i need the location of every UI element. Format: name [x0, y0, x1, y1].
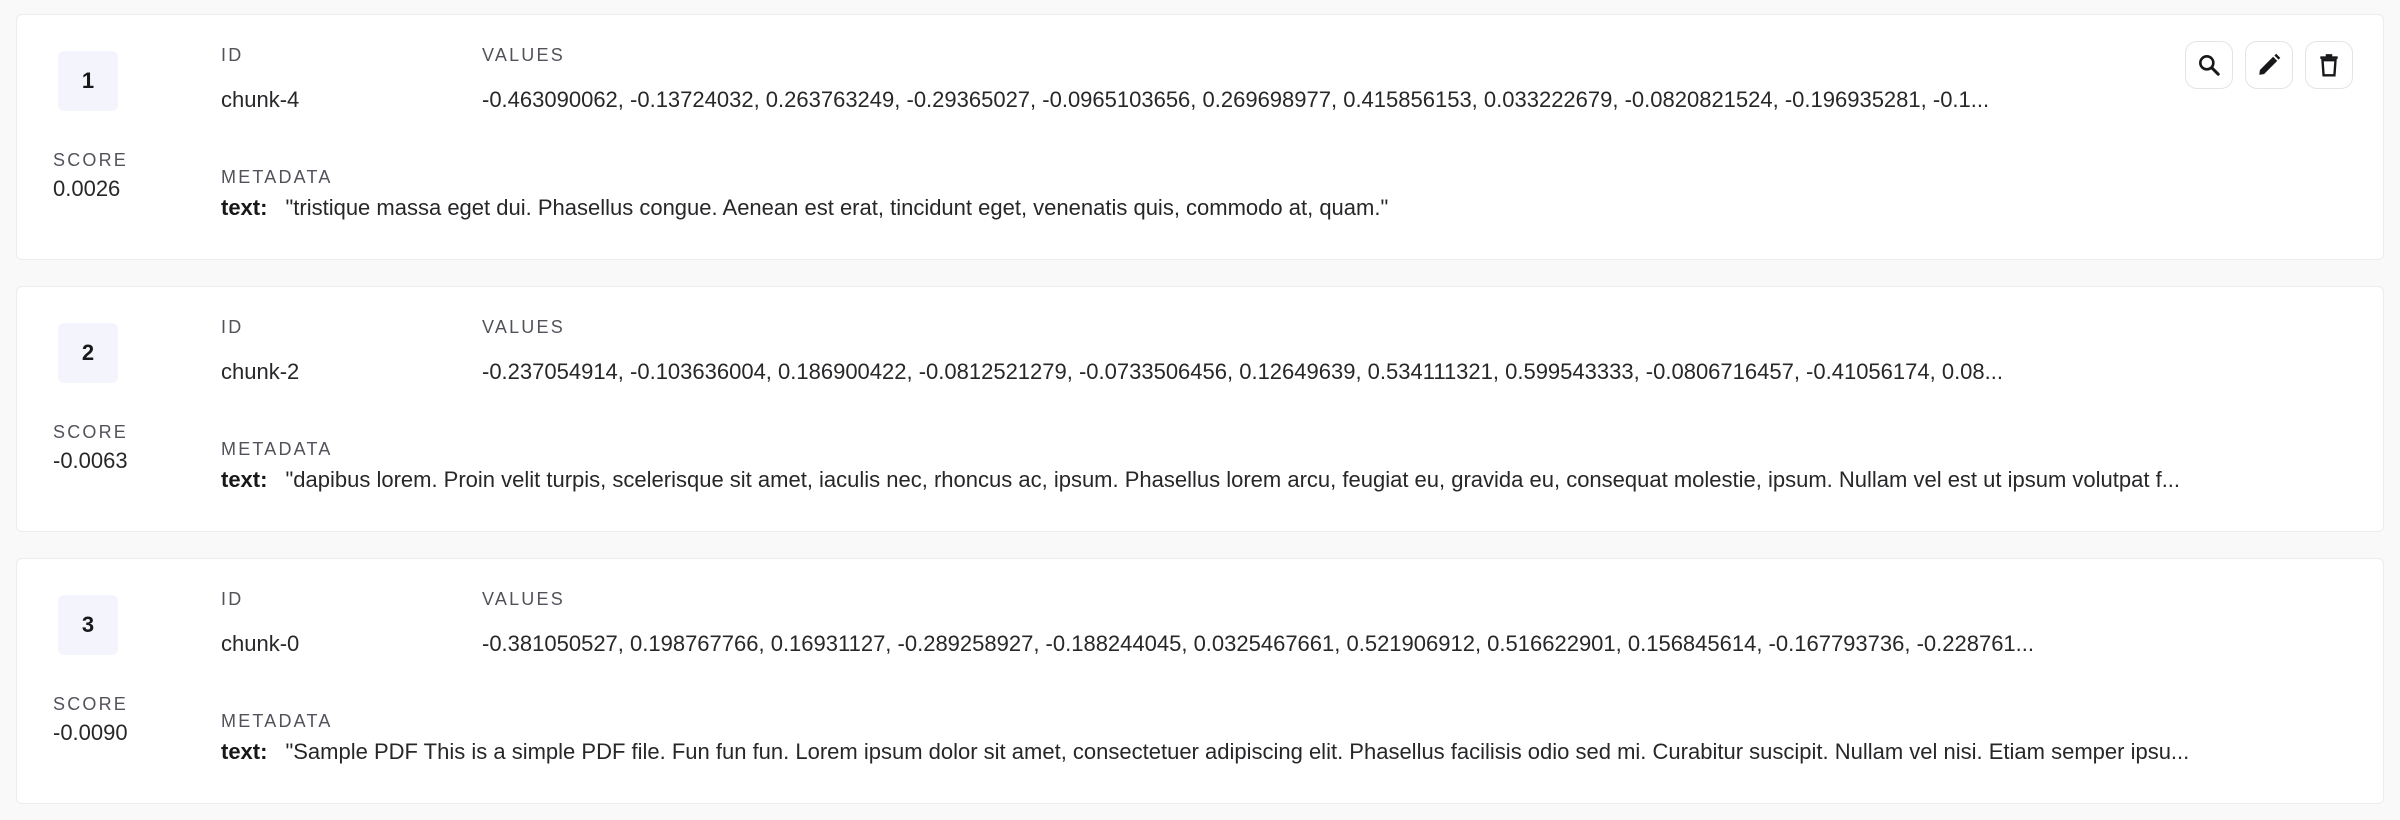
metadata-row: text: "dapibus lorem. Proin velit turpis,… [221, 467, 2271, 493]
id-label: ID [221, 45, 244, 65]
metadata-value: "Sample PDF This is a simple PDF file. F… [285, 739, 2190, 764]
score-label: SCORE [53, 150, 129, 170]
result-card: 2 SCORE -0.0063 ID chunk-2 VALUES -0.237… [16, 286, 2384, 532]
metadata-row: text: "tristique massa eget dui. Phasellu… [221, 195, 2271, 221]
metadata-label: METADATA [221, 711, 333, 731]
search-icon [2199, 55, 2220, 76]
score-value: -0.0063 [53, 448, 128, 473]
record-actions [2185, 41, 2353, 89]
vector-values: -0.381050527, 0.198767766, 0.16931127, -… [482, 631, 2034, 656]
trash-icon [2320, 54, 2338, 77]
metadata-key: text: [221, 195, 268, 220]
rank-badge: 2 [58, 323, 118, 383]
id-value: chunk-4 [221, 87, 300, 112]
score-label: SCORE [53, 422, 129, 442]
rank-badge: 3 [58, 595, 118, 655]
values-label: VALUES [482, 589, 565, 609]
query-similar-button[interactable] [2185, 41, 2233, 89]
values-label: VALUES [482, 45, 565, 65]
metadata-label: METADATA [221, 439, 333, 459]
result-card: 1 SCORE 0.0026 ID chunk-4 VALUES -0.4630… [16, 14, 2384, 260]
score-label: SCORE [53, 694, 129, 714]
metadata-key: text: [221, 739, 268, 764]
metadata-key: text: [221, 467, 268, 492]
metadata-row: text: "Sample PDF This is a simple PDF fi… [221, 739, 2271, 765]
metadata-label: METADATA [221, 167, 333, 187]
rank-badge: 1 [58, 51, 118, 111]
score-value: -0.0090 [53, 720, 128, 745]
vector-values: -0.463090062, -0.13724032, 0.263763249, … [482, 87, 1990, 112]
delete-button[interactable] [2305, 41, 2353, 89]
result-card: 3 SCORE -0.0090 ID chunk-0 VALUES -0.381… [16, 558, 2384, 804]
id-value: chunk-0 [221, 631, 300, 656]
vector-values: -0.237054914, -0.103636004, 0.186900422,… [482, 359, 2003, 384]
query-results-list: 1 SCORE 0.0026 ID chunk-4 VALUES -0.4630… [0, 0, 2400, 820]
id-label: ID [221, 589, 244, 609]
pencil-icon [2259, 53, 2281, 75]
values-label: VALUES [482, 317, 565, 337]
id-value: chunk-2 [221, 359, 300, 384]
score-value: 0.0026 [53, 176, 121, 201]
metadata-value: "dapibus lorem. Proin velit turpis, scel… [285, 467, 2181, 492]
edit-button[interactable] [2245, 41, 2293, 89]
id-label: ID [221, 317, 244, 337]
metadata-value: "tristique massa eget dui. Phasellus con… [285, 195, 1389, 220]
